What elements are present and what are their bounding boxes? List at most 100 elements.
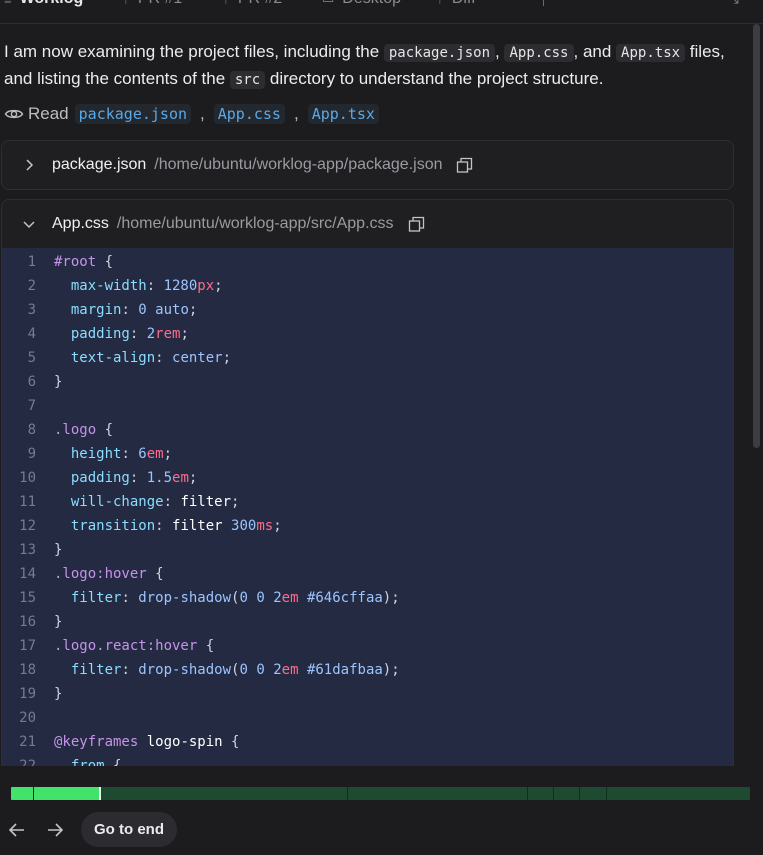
playback-timeline[interactable] [11, 787, 750, 800]
timeline-playhead[interactable] [99, 787, 101, 800]
code-token: filter [172, 518, 223, 534]
tab-bar: ≡ Worklog ⑂ PR #1 ⑂ PR #2 ▭ Desktop ⑂ Di… [0, 0, 763, 24]
tab-separator [543, 0, 544, 6]
code-token: .logo [54, 422, 97, 438]
code-token: ms [256, 518, 274, 534]
chevron-right-icon[interactable] [22, 158, 36, 172]
code-token: max-width [70, 278, 147, 294]
timeline-segment-marker [579, 787, 580, 800]
code-token: ; [188, 302, 198, 318]
code-token: em [281, 590, 299, 606]
file-name: package.json [52, 156, 147, 173]
code-line: 14 .logo:hover { [2, 562, 163, 586]
code-line: 18 filter: drop-shadow(0 0 2em #61dafbaa… [2, 658, 400, 682]
code-token: logo-spin [146, 734, 223, 750]
code-line: 3 margin: 0 auto; [2, 298, 198, 322]
code-token: from [70, 758, 105, 766]
code-token: @keyframes [54, 734, 139, 750]
agent-message: I am now examining the project files, in… [4, 39, 732, 93]
file-card-header[interactable]: package.json /home/ubuntu/worklog-app/pa… [2, 141, 733, 189]
code-token: { [96, 254, 114, 270]
tab-label: Worklog [20, 0, 84, 8]
code-token: { [222, 734, 240, 750]
read-files-line: Read package.json , App.css , App.tsx [4, 101, 379, 127]
tab-label: Diff [452, 0, 476, 8]
chevron-down-icon[interactable] [22, 217, 36, 231]
code-token: : [121, 446, 139, 462]
tab-pr-1[interactable]: ⑂ PR #1 [122, 0, 182, 10]
message-text: , and [573, 42, 617, 61]
code-line: 10 padding: 1.5em; [2, 466, 197, 490]
inline-code: App.css [504, 44, 574, 62]
line-number: 7 [27, 398, 36, 414]
copy-icon[interactable] [408, 216, 425, 233]
line-number: 20 [19, 710, 36, 726]
code-token: 0 [239, 662, 248, 678]
read-label: Read [28, 104, 69, 123]
code-token: 2 [273, 662, 282, 678]
code-viewer[interactable]: 1 #root {2 max-width: 1280px; 3 margin: 0 … [2, 248, 733, 766]
code-line: 1 #root { [2, 250, 113, 274]
line-number: 19 [19, 686, 36, 702]
code-token: { [96, 422, 114, 438]
code-token: em [146, 446, 164, 462]
timeline-segment-marker [553, 787, 554, 800]
worklog-icon: ≡ [4, 0, 12, 7]
file-link-app-tsx[interactable]: App.tsx [307, 104, 379, 124]
code-token: margin [70, 302, 122, 318]
timeline-segment-marker [33, 787, 34, 800]
code-token: : [163, 494, 181, 510]
tab-label: PR #2 [238, 0, 282, 8]
scrollbar-thumb[interactable] [753, 24, 760, 448]
tab-pr-2[interactable]: ⑂ PR #2 [222, 0, 282, 10]
code-line: 6} [2, 370, 63, 394]
code-line: 13} [2, 538, 62, 562]
line-number: 15 [19, 590, 36, 606]
code-token: } [54, 614, 63, 630]
file-link-app-css[interactable]: App.css [213, 104, 285, 124]
line-number: 9 [27, 446, 36, 462]
file-card-header[interactable]: App.css /home/ubuntu/worklog-app/src/App… [2, 200, 733, 248]
tab-worklog[interactable]: ≡ Worklog [4, 0, 83, 10]
file-path: /home/ubuntu/worklog-app/src/App.css [116, 215, 394, 232]
line-number: 4 [27, 326, 36, 342]
scrollbar[interactable] [750, 24, 763, 766]
desktop-icon: ▭ [322, 0, 334, 7]
code-line: 17 .logo.react:hover { [2, 634, 214, 658]
code-token: 0 [256, 662, 265, 678]
code-token: ; [231, 494, 240, 510]
separator: , [293, 104, 299, 123]
forward-arrow-icon[interactable] [44, 819, 66, 841]
code-token: : [121, 302, 139, 318]
tab-desktop[interactable]: ▭ Desktop [322, 0, 401, 10]
code-token: height [70, 446, 122, 462]
back-arrow-icon[interactable] [6, 819, 28, 841]
code-token: : [129, 470, 147, 486]
code-token: #61dafbaa [306, 662, 383, 678]
copy-icon[interactable] [456, 157, 473, 174]
file-path: /home/ubuntu/worklog-app/package.json [154, 156, 443, 173]
tab-diff[interactable]: ⑂ Diff [436, 0, 476, 10]
code-line: 20 [2, 706, 54, 730]
code-token: padding [70, 470, 130, 486]
go-to-end-button[interactable]: Go to end [81, 812, 177, 847]
collapse-icon[interactable]: ⤡ [726, 0, 739, 8]
code-token: drop-shadow [138, 662, 232, 678]
code-token: #root [54, 254, 97, 270]
line-number: 11 [19, 494, 36, 510]
file-link-package-json[interactable]: package.json [74, 104, 192, 124]
worklog-content: I am now examining the project files, in… [0, 24, 750, 766]
code-token: 2 [146, 326, 156, 342]
